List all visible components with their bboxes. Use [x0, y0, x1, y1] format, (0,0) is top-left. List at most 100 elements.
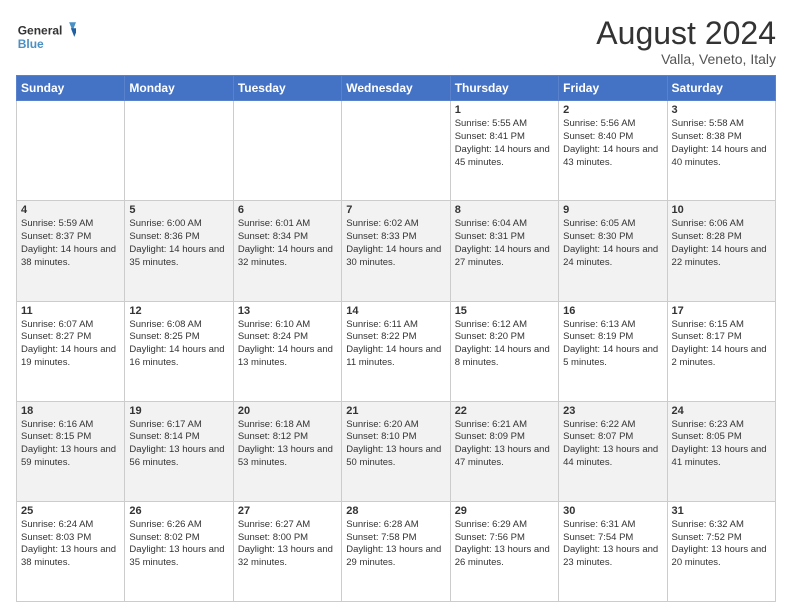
- calendar-cell-4-5: 22 Sunrise: 6:21 AMSunset: 8:09 PMDayligh…: [450, 401, 558, 501]
- col-saturday: Saturday: [667, 76, 775, 101]
- calendar-cell-1-7: 3Sunrise: 5:58 AMSunset: 8:38 PMDaylight…: [667, 101, 775, 201]
- day-info-line: Sunrise: 6:20 AM: [346, 419, 445, 432]
- day-info-line: Daylight: 13 hours and 47 minutes.: [455, 444, 554, 470]
- day-info-line: Sunrise: 5:58 AM: [672, 118, 771, 131]
- day-info-line: Sunset: 8:31 PM: [455, 231, 554, 244]
- day-info-line: Sunset: 8:10 PM: [346, 431, 445, 444]
- day-number: 27: [238, 505, 337, 517]
- day-info-line: Sunset: 8:30 PM: [563, 231, 662, 244]
- day-number: 13: [238, 305, 337, 317]
- day-info-line: Sunrise: 5:59 AM: [21, 218, 120, 231]
- day-info-line: Sunset: 8:09 PM: [455, 431, 554, 444]
- day-info-line: Sunrise: 6:16 AM: [21, 419, 120, 432]
- day-info-line: Daylight: 13 hours and 29 minutes.: [346, 544, 445, 570]
- day-info-line: Sunrise: 6:11 AM: [346, 319, 445, 332]
- calendar-cell-3-4: 14Sunrise: 6:11 AMSunset: 8:22 PMDayligh…: [342, 301, 450, 401]
- day-info-line: Sunset: 7:58 PM: [346, 532, 445, 545]
- day-info-line: Sunrise: 6:31 AM: [563, 519, 662, 532]
- day-info-line: Daylight: 14 hours and 8 minutes.: [455, 344, 554, 370]
- calendar-cell-5-1: 25Sunrise: 6:24 AMSunset: 8:03 PMDayligh…: [17, 501, 125, 601]
- day-info-line: Sunset: 8:40 PM: [563, 131, 662, 144]
- page: General Blue August 2024 Valla, Veneto, …: [0, 0, 792, 612]
- calendar-cell-2-1: 4Sunrise: 5:59 AMSunset: 8:37 PMDaylight…: [17, 201, 125, 301]
- day-info-line: Sunset: 8:24 PM: [238, 331, 337, 344]
- day-info-line: Sunrise: 6:21 AM: [455, 419, 554, 432]
- col-friday: Friday: [559, 76, 667, 101]
- calendar-cell-2-7: 10Sunrise: 6:06 AMSunset: 8:28 PMDayligh…: [667, 201, 775, 301]
- calendar-cell-4-1: 18Sunrise: 6:16 AMSunset: 8:15 PMDayligh…: [17, 401, 125, 501]
- calendar-cell-3-3: 13Sunrise: 6:10 AMSunset: 8:24 PMDayligh…: [233, 301, 341, 401]
- day-info-line: Daylight: 13 hours and 59 minutes.: [21, 444, 120, 470]
- col-thursday: Thursday: [450, 76, 558, 101]
- day-number: 26: [129, 505, 228, 517]
- day-info-line: Daylight: 14 hours and 13 minutes.: [238, 344, 337, 370]
- calendar-cell-5-2: 26Sunrise: 6:26 AMSunset: 8:02 PMDayligh…: [125, 501, 233, 601]
- day-info-line: Sunrise: 6:15 AM: [672, 319, 771, 332]
- day-info-line: Daylight: 13 hours and 23 minutes.: [563, 544, 662, 570]
- day-info-line: Daylight: 13 hours and 44 minutes.: [563, 444, 662, 470]
- day-info-line: Sunset: 8:25 PM: [129, 331, 228, 344]
- day-info-line: Sunrise: 6:24 AM: [21, 519, 120, 532]
- day-number: 8: [455, 204, 554, 216]
- calendar-cell-1-3: [233, 101, 341, 201]
- day-info-line: Sunset: 8:19 PM: [563, 331, 662, 344]
- calendar-week-1: 1Sunrise: 5:55 AMSunset: 8:41 PMDaylight…: [17, 101, 776, 201]
- day-number: 7: [346, 204, 445, 216]
- day-info-line: Daylight: 14 hours and 45 minutes.: [455, 144, 554, 170]
- calendar-week-4: 18Sunrise: 6:16 AMSunset: 8:15 PMDayligh…: [17, 401, 776, 501]
- calendar-cell-1-5: 1Sunrise: 5:55 AMSunset: 8:41 PMDaylight…: [450, 101, 558, 201]
- day-info-line: Daylight: 14 hours and 38 minutes.: [21, 244, 120, 270]
- day-info-line: Sunset: 8:03 PM: [21, 532, 120, 545]
- day-number: 20: [238, 405, 337, 417]
- day-info-line: Sunrise: 6:01 AM: [238, 218, 337, 231]
- day-number: 12: [129, 305, 228, 317]
- day-info-line: Sunset: 8:36 PM: [129, 231, 228, 244]
- day-number: 21: [346, 405, 445, 417]
- calendar-week-2: 4Sunrise: 5:59 AMSunset: 8:37 PMDaylight…: [17, 201, 776, 301]
- calendar-cell-1-2: [125, 101, 233, 201]
- day-info-line: Sunset: 8:27 PM: [21, 331, 120, 344]
- day-number: 24: [672, 405, 771, 417]
- day-number: 5: [129, 204, 228, 216]
- day-number: 6: [238, 204, 337, 216]
- day-info-line: Daylight: 14 hours and 2 minutes.: [672, 344, 771, 370]
- col-wednesday: Wednesday: [342, 76, 450, 101]
- day-number: 29: [455, 505, 554, 517]
- day-info-line: Sunset: 8:07 PM: [563, 431, 662, 444]
- day-info-line: Sunrise: 6:13 AM: [563, 319, 662, 332]
- day-number: 9: [563, 204, 662, 216]
- calendar-header-row: Sunday Monday Tuesday Wednesday Thursday…: [17, 76, 776, 101]
- day-number: 31: [672, 505, 771, 517]
- day-info-line: Sunset: 7:56 PM: [455, 532, 554, 545]
- day-info-line: Sunrise: 6:00 AM: [129, 218, 228, 231]
- day-info-line: Daylight: 14 hours and 40 minutes.: [672, 144, 771, 170]
- day-info-line: Daylight: 13 hours and 50 minutes.: [346, 444, 445, 470]
- calendar-cell-4-3: 20Sunrise: 6:18 AMSunset: 8:12 PMDayligh…: [233, 401, 341, 501]
- day-info-line: Daylight: 14 hours and 11 minutes.: [346, 344, 445, 370]
- day-info-line: Daylight: 14 hours and 22 minutes.: [672, 244, 771, 270]
- calendar-cell-4-7: 24Sunrise: 6:23 AMSunset: 8:05 PMDayligh…: [667, 401, 775, 501]
- day-info-line: Sunset: 8:15 PM: [21, 431, 120, 444]
- day-info-line: Daylight: 13 hours and 32 minutes.: [238, 544, 337, 570]
- calendar-cell-3-7: 17Sunrise: 6:15 AMSunset: 8:17 PMDayligh…: [667, 301, 775, 401]
- day-info-line: Sunset: 8:37 PM: [21, 231, 120, 244]
- day-info-line: Sunrise: 5:55 AM: [455, 118, 554, 131]
- day-info-line: Sunrise: 6:26 AM: [129, 519, 228, 532]
- day-info-line: Daylight: 13 hours and 35 minutes.: [129, 544, 228, 570]
- calendar-cell-5-3: 27Sunrise: 6:27 AMSunset: 8:00 PMDayligh…: [233, 501, 341, 601]
- calendar-cell-5-6: 30Sunrise: 6:31 AMSunset: 7:54 PMDayligh…: [559, 501, 667, 601]
- day-number: 14: [346, 305, 445, 317]
- title-section: August 2024 Valla, Veneto, Italy: [596, 16, 776, 67]
- day-number: 22: [455, 405, 554, 417]
- top-section: General Blue August 2024 Valla, Veneto, …: [16, 16, 776, 67]
- col-tuesday: Tuesday: [233, 76, 341, 101]
- day-info-line: Sunset: 8:14 PM: [129, 431, 228, 444]
- day-info-line: Sunset: 8:12 PM: [238, 431, 337, 444]
- day-info-line: Sunrise: 6:12 AM: [455, 319, 554, 332]
- calendar-cell-3-6: 16Sunrise: 6:13 AMSunset: 8:19 PMDayligh…: [559, 301, 667, 401]
- day-info-line: Daylight: 13 hours and 41 minutes.: [672, 444, 771, 470]
- calendar-cell-5-4: 28Sunrise: 6:28 AMSunset: 7:58 PMDayligh…: [342, 501, 450, 601]
- logo: General Blue: [16, 16, 76, 56]
- day-info-line: Sunset: 8:05 PM: [672, 431, 771, 444]
- day-info-line: Sunrise: 6:05 AM: [563, 218, 662, 231]
